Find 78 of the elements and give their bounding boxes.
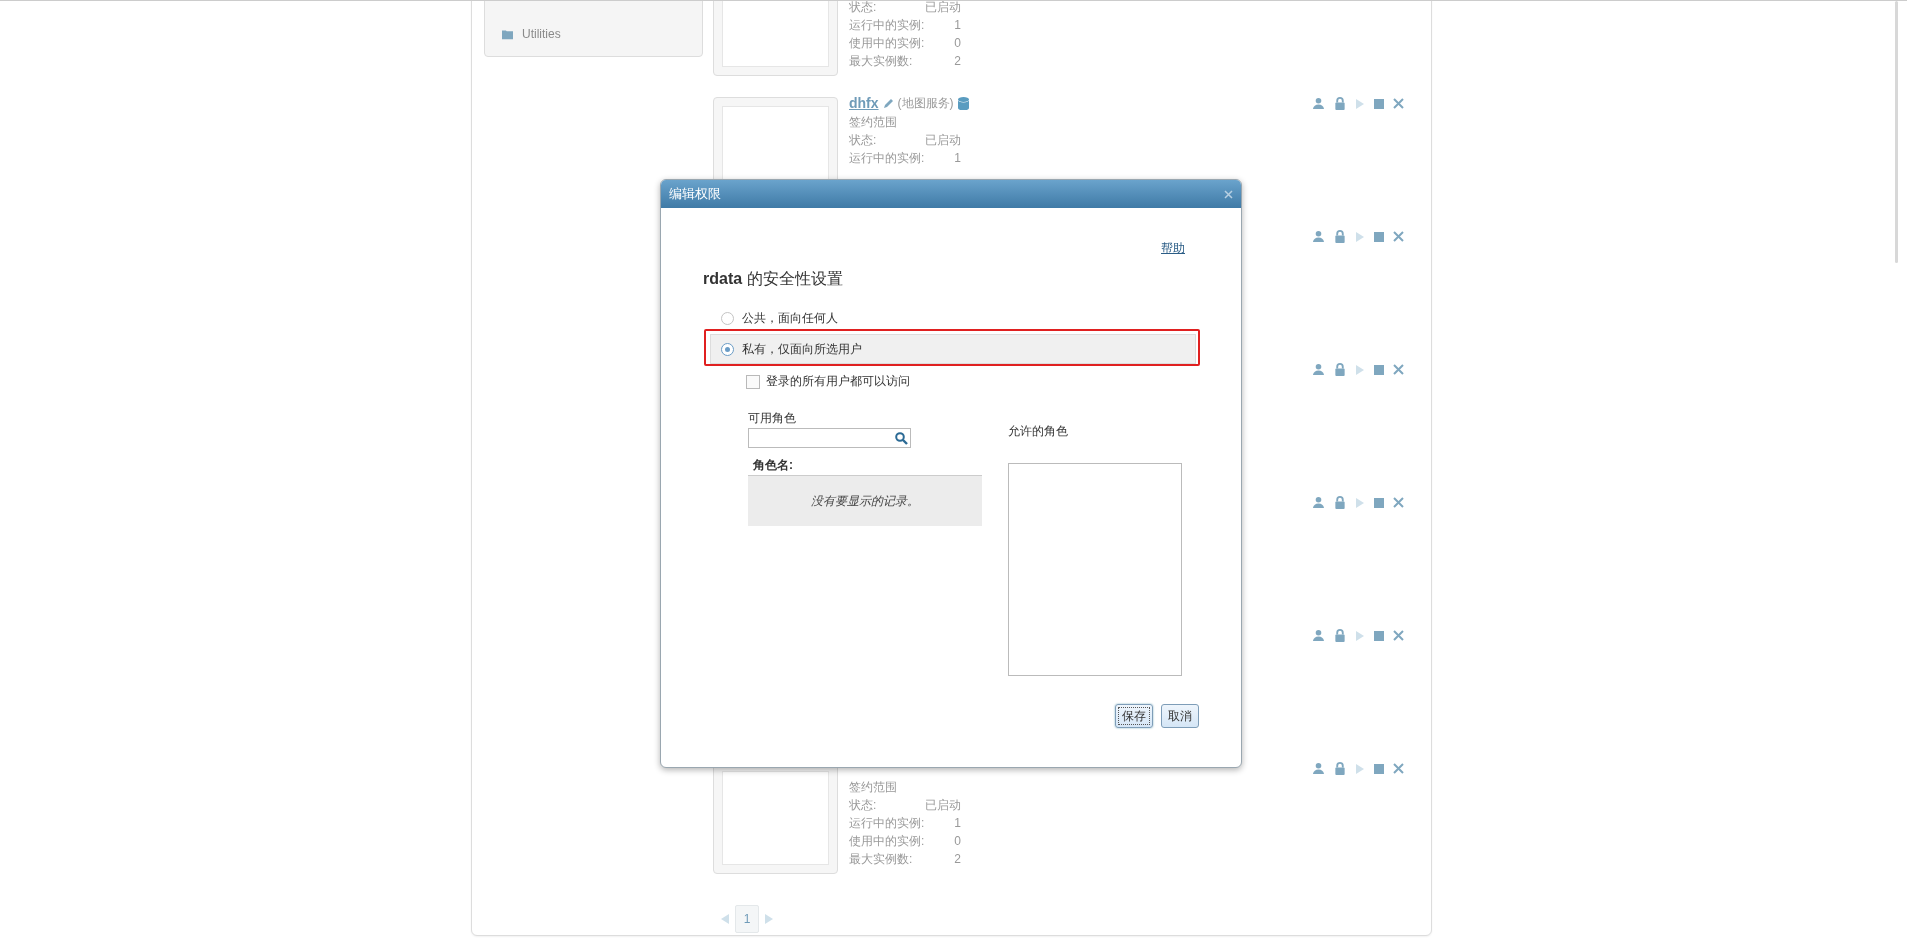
stop-button[interactable] [1374,763,1384,774]
available-roles-label: 可用角色 [748,410,797,426]
stat-value: 已启动 [925,1,961,16]
close-button[interactable] [1393,630,1404,641]
stat-value: 1 [954,150,961,167]
stat-label: 使用中的实例: [849,35,925,52]
close-button[interactable] [1393,231,1404,242]
user-button[interactable] [1312,496,1325,509]
user-button[interactable] [1312,629,1325,642]
allowed-roles-label: 允许的角色 [1008,423,1069,439]
save-button[interactable]: 保存 [1115,704,1153,728]
allowed-roles-list[interactable] [1008,463,1182,676]
stop-button[interactable] [1374,98,1384,109]
radio-button[interactable] [721,342,734,356]
lock-button[interactable] [1334,496,1346,509]
checkbox[interactable] [746,374,760,389]
empty-message: 没有要显示的记录。 [811,492,919,510]
close-button[interactable] [1393,364,1404,375]
search-icon[interactable] [895,431,908,445]
settings-heading: rdata 的安全性设置 [703,269,844,289]
next-page-icon[interactable] [765,914,773,924]
close-icon[interactable] [1224,189,1233,199]
checkbox-label: 登录的所有用户都可以访问 [766,373,910,390]
play-button[interactable] [1355,496,1365,509]
stop-button[interactable] [1374,231,1384,242]
stat-label: 最大实例数: [849,53,913,70]
close-button[interactable] [1393,497,1404,508]
lock-button[interactable] [1334,629,1346,642]
lock-button[interactable] [1334,363,1346,376]
stat-value: 1 [954,17,961,34]
lock-button[interactable] [1334,762,1346,775]
user-button[interactable] [1312,230,1325,243]
help-link[interactable]: 帮助 [1161,240,1185,257]
pencil-icon[interactable] [882,97,894,109]
lock-button[interactable] [1334,97,1346,110]
search-field[interactable] [748,428,911,448]
user-button[interactable] [1312,97,1325,110]
stat-label: 状态: [849,797,877,814]
play-button[interactable] [1355,762,1365,775]
stat-label: 运行中的实例: [849,815,925,832]
stat-label: 最大实例数: [849,851,913,868]
radio-option[interactable]: 公共，面向任何人 [710,308,843,328]
play-button[interactable] [1355,230,1365,243]
lock-button[interactable] [1334,230,1346,243]
stat-value: 已启动 [925,797,961,814]
stat-value: 0 [954,833,961,850]
stat-label: 状态: [849,132,877,149]
scrollbar[interactable] [1895,1,1898,263]
radio-option[interactable]: 私有，仅面向所选用户 [710,334,1196,364]
close-button[interactable] [1393,763,1404,774]
stat-label: 使用中的实例: [849,833,925,850]
stat-label: 运行中的实例: [849,17,925,34]
column-header: 角色名: [753,457,794,473]
stat-value: 1 [954,815,961,832]
stop-button[interactable] [1374,364,1384,375]
folder-icon [501,28,514,40]
play-button[interactable] [1355,629,1365,642]
close-button[interactable] [1393,98,1404,109]
dialog-title: 编辑权限 [669,185,721,203]
play-button[interactable] [1355,97,1365,110]
stat-value: 2 [954,851,961,868]
stop-button[interactable] [1374,497,1384,508]
stop-button[interactable] [1374,630,1384,641]
cancel-button[interactable]: 取消 [1161,704,1199,728]
stat-value: 2 [954,53,961,70]
stat-label: 运行中的实例: [849,150,925,167]
radio-button[interactable] [721,311,734,325]
service-type: (地图服务) [897,94,954,112]
scope-text: 签约范围 [849,114,898,131]
user-button[interactable] [1312,363,1325,376]
stat-value: 已启动 [925,132,961,149]
play-button[interactable] [1355,363,1365,376]
stat-label: 状态: [849,1,877,16]
database-icon [957,96,969,110]
scope-text: 签约范围 [849,779,898,796]
user-button[interactable] [1312,762,1325,775]
previous-page-icon[interactable] [721,914,729,924]
stat-value: 0 [954,35,961,52]
